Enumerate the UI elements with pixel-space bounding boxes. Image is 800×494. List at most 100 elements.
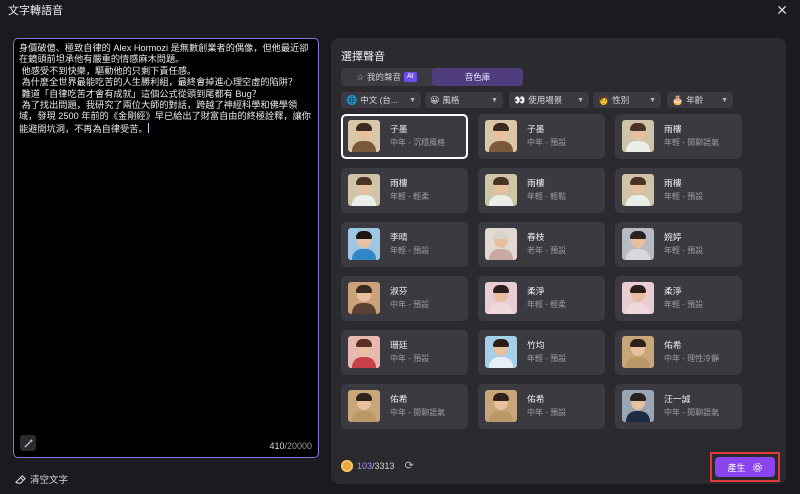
voice-card[interactable]: 佑希 中年 - 閒聊語氣: [341, 384, 468, 429]
voice-description: 年輕 - 預設: [390, 246, 430, 255]
voice-card[interactable]: 雨樓年輕 - 預設: [615, 168, 742, 213]
voice-description: 中年 - 預設: [390, 354, 430, 363]
voice-card[interactable]: 柔淨年輕 - 輕柔: [478, 276, 605, 321]
voice-name: 子墨: [390, 124, 408, 134]
voice-avatar: [485, 228, 517, 260]
filter-gender[interactable]: 🧑 性別 ▼: [593, 92, 661, 108]
voice-name: 柔淨: [527, 286, 545, 296]
voice-description: 中年 - 預設: [527, 138, 567, 147]
credits: 103/3313 ⟳: [341, 459, 414, 472]
voice-tabs: ☆ 我的聲音 AI 音色庫: [341, 68, 523, 86]
filter-label: 年齡: [686, 95, 704, 105]
voice-card[interactable]: 雨樓 年輕 - 輕柔: [341, 168, 468, 213]
voice-name: 李晴: [390, 232, 408, 242]
voice-card[interactable]: 子墨中年 - 預設: [478, 114, 605, 159]
text-editor[interactable]: 身價破億、極致自律的 Alex Hormozi 是無數創業者的偶像，但他最近卻在…: [13, 38, 319, 458]
voice-name: 雨樓: [664, 178, 682, 188]
voice-card[interactable]: 婉婷年輕 - 預設: [615, 222, 742, 267]
character-count-max: /20000: [284, 441, 312, 451]
filter-age[interactable]: 🎂 年齡 ▼: [667, 92, 733, 108]
eraser-icon: [15, 474, 26, 484]
voice-card[interactable]: 子墨 中年 - 沉穩風格: [341, 114, 468, 159]
tab-my-voices[interactable]: ☆ 我的聲音 AI: [341, 68, 432, 86]
voice-avatar: [348, 228, 380, 260]
voice-name: 佑希: [527, 394, 545, 404]
voice-avatar: [348, 336, 380, 368]
voice-avatar: [485, 120, 517, 152]
voice-description: 年輕 - 閒聊語氣: [664, 138, 720, 147]
star-icon: ☆: [356, 71, 364, 82]
filter-style[interactable]: 😀 風格 ▼: [425, 92, 503, 108]
character-count-current: 410: [269, 441, 285, 451]
generate-label: 產生: [727, 462, 746, 473]
credits-total: /3313: [372, 460, 395, 471]
gear-icon: [752, 462, 762, 472]
voice-card[interactable]: 柔淨 年輕 - 預設: [615, 276, 742, 321]
voice-name: 雨樓: [664, 124, 682, 134]
voice-card[interactable]: 佑希 中年 - 理性冷靜: [615, 330, 742, 375]
cake-icon: 🎂: [672, 95, 684, 105]
clear-text-button[interactable]: 清空文字: [15, 472, 68, 486]
voice-description: 中年 - 閒聊語氣: [664, 408, 720, 417]
voice-card[interactable]: 汪一誠 中年 - 閒聊語氣: [615, 384, 742, 429]
magic-wand-icon[interactable]: [20, 435, 36, 451]
voice-card[interactable]: 珊廷中年 - 預設: [341, 330, 468, 375]
tab-label: 我的聲音: [366, 72, 401, 82]
voice-description: 年輕 - 預設: [527, 354, 567, 363]
voice-card[interactable]: 雨樓年輕 - 閒聊語氣: [615, 114, 742, 159]
voice-name: 佑希: [664, 340, 682, 350]
voice-avatar: [485, 174, 517, 206]
voice-card[interactable]: 春枝老年 - 預設: [478, 222, 605, 267]
text-caret: [147, 122, 149, 133]
voice-avatar: [622, 228, 654, 260]
window-title: 文字轉語音: [8, 5, 63, 17]
filter-language[interactable]: 🌐 中文 (台... ▼: [341, 92, 421, 108]
voice-grid: 子墨 中年 - 沉穩風格 子墨 中年 - 預設 雨樓 年輕 - 閒聊語氣 雨樓 年輕 - 輕柔…: [341, 114, 748, 438]
voice-name: 子墨: [527, 124, 545, 134]
close-icon[interactable]: ✕: [776, 2, 788, 19]
refresh-icon[interactable]: ⟳: [405, 459, 414, 472]
voice-avatar: [622, 282, 654, 314]
filter-label: 中文 (台...: [360, 95, 398, 105]
voice-name: 婉婷: [664, 232, 682, 242]
tab-voice-library[interactable]: 音色庫: [432, 68, 523, 86]
voice-description: 老年 - 預設: [527, 246, 567, 255]
voice-panel: 選擇聲音 ☆ 我的聲音 AI 音色庫 🌐 中文 (台... ▼ 😀 風格 ▼ 👀…: [331, 38, 786, 484]
filter-scenario[interactable]: 👀 使用場景 ▼: [509, 92, 589, 108]
chevron-down-icon: ▼: [577, 96, 584, 104]
editor-text: 身價破億、極致自律的 Alex Hormozi 是無數創業者的偶像，但他最近卻在…: [19, 43, 311, 134]
voice-card[interactable]: 雨樓 年輕 - 輕鬆: [478, 168, 605, 213]
character-count: 410/20000: [269, 441, 312, 451]
tab-label: 音色庫: [464, 72, 491, 82]
generate-button-highlight: 產生: [710, 452, 780, 482]
coin-icon: [341, 459, 353, 472]
ai-badge: AI: [404, 72, 417, 82]
chevron-down-icon: ▼: [649, 96, 656, 104]
voice-description: 年輕 - 輕柔: [527, 300, 567, 309]
generate-button[interactable]: 產生: [715, 457, 775, 477]
voice-description: 年輕 - 輕柔: [390, 192, 430, 201]
smile-icon: 😀: [430, 95, 440, 105]
credits-used: 103: [357, 460, 373, 471]
voice-card[interactable]: 李晴年輕 - 預設: [341, 222, 468, 267]
clear-text-label: 清空文字: [30, 475, 69, 486]
voice-description: 中年 - 預設: [527, 408, 567, 417]
voice-name: 佑希: [390, 394, 408, 404]
voice-avatar: [348, 282, 380, 314]
voice-name: 春枝: [527, 232, 545, 242]
voice-description: 年輕 - 預設: [664, 192, 704, 201]
voice-description: 年輕 - 預設: [664, 246, 704, 255]
filter-label: 性別: [612, 95, 630, 105]
title-bar: 文字轉語音 ✕: [0, 0, 800, 20]
voice-name: 竹均: [527, 340, 545, 350]
panel-title: 選擇聲音: [341, 51, 385, 63]
voice-avatar: [622, 174, 654, 206]
voice-name: 珊廷: [390, 340, 408, 350]
voice-avatar: [485, 390, 517, 422]
voice-card[interactable]: 淑芬 中年 - 預設: [341, 276, 468, 321]
eyes-icon: 👀: [514, 95, 526, 105]
voice-card[interactable]: 竹均年輕 - 預設: [478, 330, 605, 375]
voice-description: 中年 - 預設: [390, 300, 430, 309]
voice-avatar: [348, 174, 380, 206]
voice-card[interactable]: 佑希中年 - 預設: [478, 384, 605, 429]
